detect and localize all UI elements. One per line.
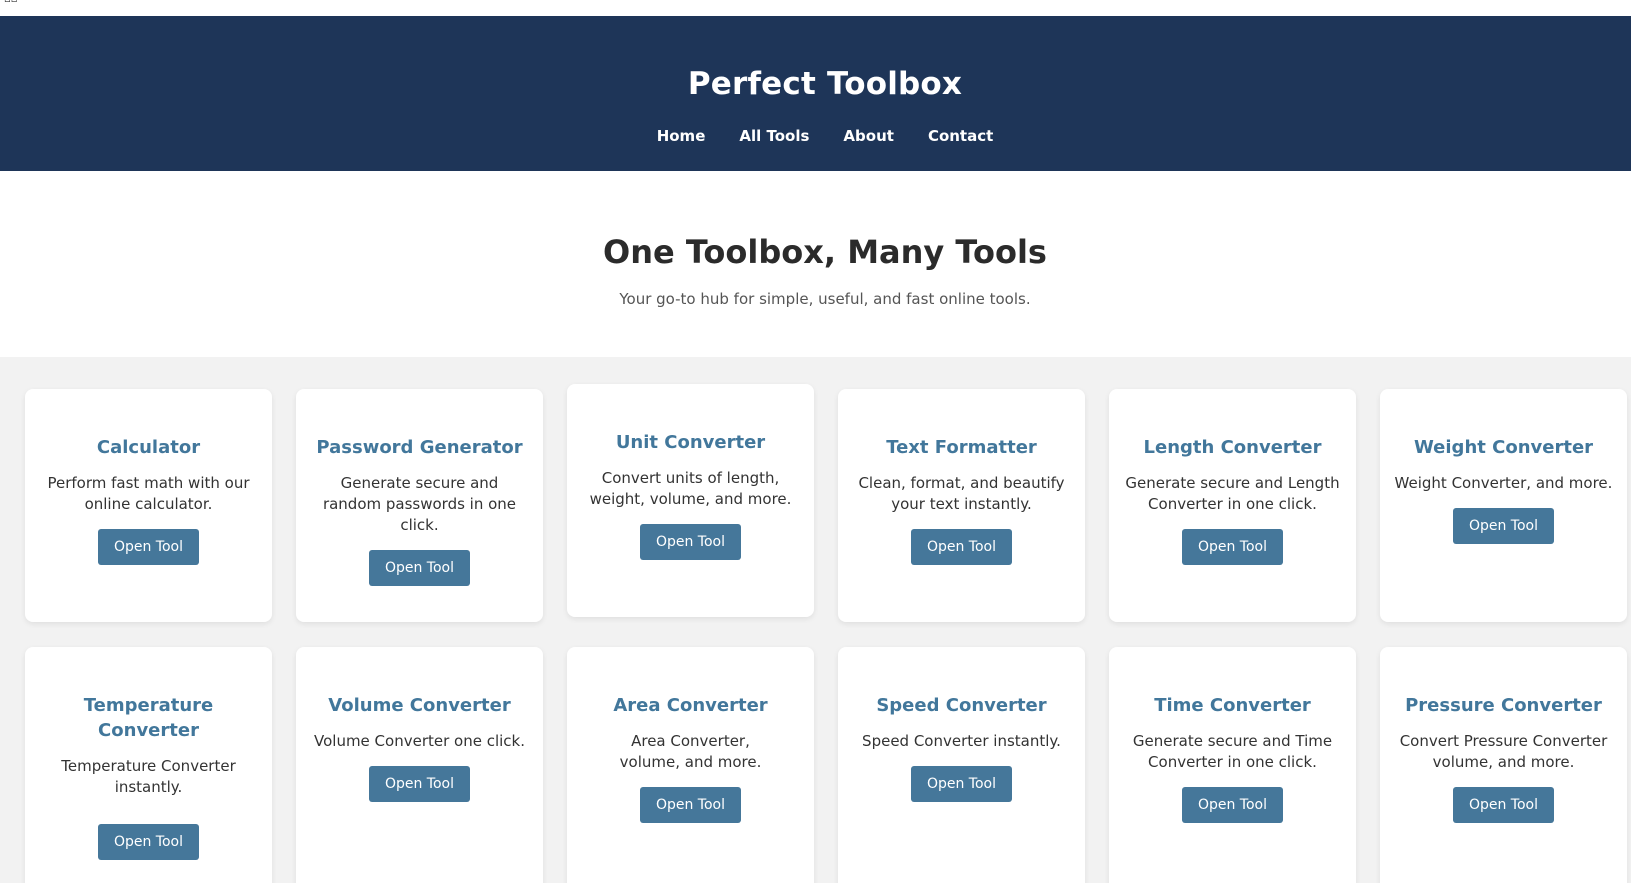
open-tool-button[interactable]: Open Tool [368,550,471,586]
open-tool-button[interactable]: Open Tool [368,766,471,802]
main-nav: Home All Tools About Contact [0,127,1631,145]
tool-card-description: Temperature Converter instantly. [61,757,236,796]
nav-about[interactable]: About [843,127,894,145]
tool-card-description: Weight Converter, and more. [1394,474,1613,492]
tool-card-title: Pressure Converter [1405,695,1602,716]
site-title: Perfect Toolbox [687,66,963,102]
open-tool-button[interactable]: Open Tool [97,824,200,860]
tool-card-pressure-converter: Pressure Converter Convert Pressure Conv… [1380,647,1627,883]
tool-card-title: Area Converter [613,695,768,716]
tool-card-title: Length Converter [1143,437,1322,458]
tool-card-calculator: Calculator Perform fast math with our on… [25,389,272,622]
tool-card-password-generator: Password Generator Generate secure and r… [296,389,543,622]
tool-card-description: Perform fast math with our online calcul… [47,474,250,513]
tool-card-description: Volume Converter one click. [314,732,525,750]
tool-card-description: Clean, format, and beautify your text in… [858,474,1065,513]
tool-card-description: Convert units of length, weight, volume,… [589,469,792,508]
top-strip: ▫▫ [0,0,1631,16]
nav-contact[interactable]: Contact [928,127,993,145]
open-tool-button[interactable]: Open Tool [910,529,1013,565]
tool-card-title: Text Formatter [886,437,1037,458]
tool-card-text-formatter: Text Formatter Clean, format, and beauti… [838,389,1085,622]
tool-card-length-converter: Length Converter Generate secure and Len… [1109,389,1356,622]
nav-home[interactable]: Home [657,127,706,145]
tool-card-title: Weight Converter [1413,437,1594,458]
open-tool-button[interactable]: Open Tool [910,766,1013,802]
open-tool-button[interactable]: Open Tool [639,787,742,823]
tool-card-title: Temperature Converter [83,695,214,741]
tool-card-volume-converter: Volume Converter Volume Converter one cl… [296,647,543,883]
open-tool-button[interactable]: Open Tool [639,524,742,560]
tool-card-weight-converter: Weight Converter Weight Converter, and m… [1380,389,1627,622]
tool-card-title: Unit Converter [615,432,766,453]
tool-card-description: Convert Pressure Converter volume, and m… [1399,732,1608,771]
open-tool-button[interactable]: Open Tool [97,529,200,565]
open-tool-button[interactable]: Open Tool [1181,529,1284,565]
tool-card-description: Generate secure and Time Converter in on… [1132,732,1333,771]
hero-section: One Toolbox, Many Tools Your go-to hub f… [0,171,1631,357]
tool-card-description: Speed Converter instantly. [862,732,1061,750]
tool-card-description: Generate secure and random passwords in … [322,474,517,534]
hero-subtitle: Your go-to hub for simple, useful, and f… [619,290,1031,308]
tools-grid: Calculator Perform fast math with our on… [0,357,1631,883]
tool-card-title: Volume Converter [328,695,511,716]
tool-card-description: Generate secure and Length Converter in … [1125,474,1340,513]
site-header: Perfect Toolbox Home All Tools About Con… [0,16,1631,171]
tool-card-title: Speed Converter [876,695,1047,716]
hero-heading: One Toolbox, Many Tools [603,233,1047,271]
tool-card-title: Password Generator [316,437,523,458]
open-tool-button[interactable]: Open Tool [1181,787,1284,823]
tool-card-area-converter: Area Converter Area Converter, volume, a… [567,647,814,883]
tool-card-title: Time Converter [1154,695,1311,716]
tool-card-description: Area Converter, volume, and more. [619,732,762,771]
tool-card-speed-converter: Speed Converter Speed Converter instantl… [838,647,1085,883]
tool-card-time-converter: Time Converter Generate secure and Time … [1109,647,1356,883]
open-tool-button[interactable]: Open Tool [1452,508,1555,544]
open-tool-button[interactable]: Open Tool [1452,787,1555,823]
nav-all-tools[interactable]: All Tools [739,127,809,145]
tool-card-unit-converter: Unit Converter Convert units of length, … [567,384,814,617]
tool-card-title: Calculator [96,437,201,458]
tool-card-temperature-converter: Temperature Converter Temperature Conver… [25,647,272,883]
broken-image-icon: ▫▫ [4,0,18,5]
